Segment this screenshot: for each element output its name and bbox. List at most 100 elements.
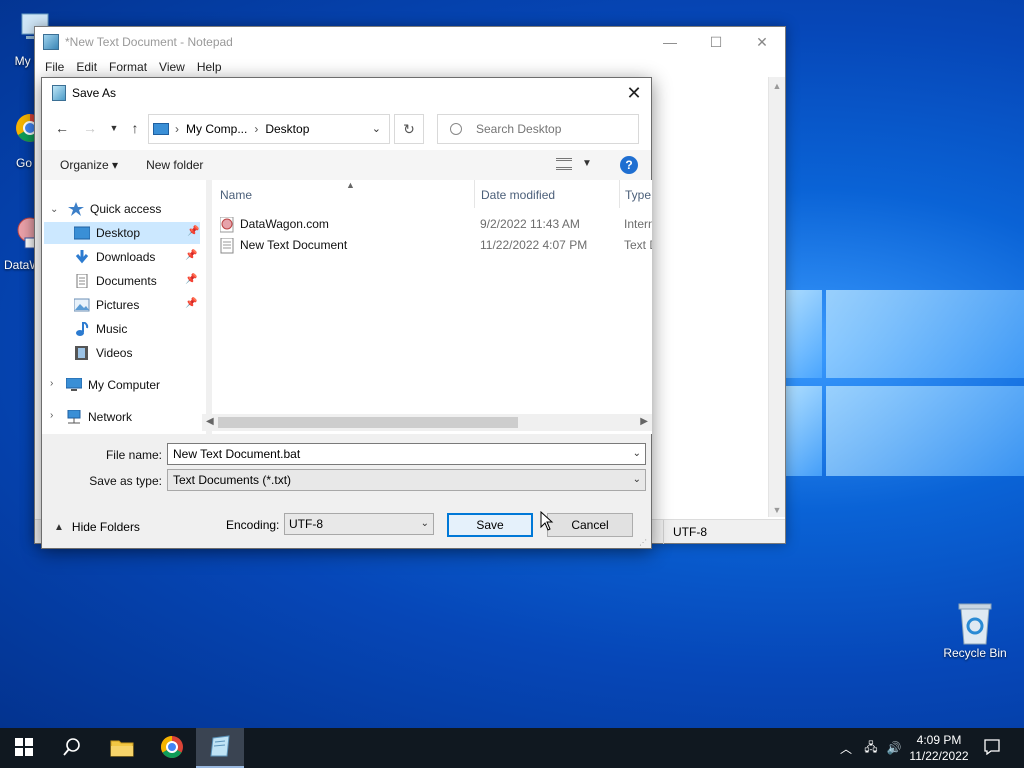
breadcrumb-my-computer[interactable]: My Comp... — [186, 122, 247, 136]
close-icon: ✕ — [626, 82, 642, 103]
nav-item-music[interactable]: Music — [74, 318, 200, 340]
nav-item-pictures[interactable]: Pictures 📌 — [73, 294, 200, 316]
close-button[interactable]: ✕ — [739, 27, 785, 57]
scroll-right-icon[interactable]: ▶ — [640, 416, 648, 427]
file-list-horizontal-scrollbar[interactable]: ◀ ▶ — [202, 414, 652, 431]
column-header-date-modified[interactable]: Date modified — [481, 184, 619, 206]
search-icon — [450, 123, 462, 135]
dialog-toolbar: Organize ▾ New folder ▼ ? — [42, 150, 651, 180]
hide-folders-button[interactable]: ▲ Hide Folders — [54, 520, 140, 534]
network-tray-button[interactable]: 🖧 — [860, 728, 882, 768]
taskbar-clock[interactable]: 4:09 PM 11/22/2022 — [904, 732, 974, 764]
address-bar[interactable]: › My Comp... › Desktop ⌄ — [148, 114, 390, 144]
breadcrumb-desktop[interactable]: Desktop — [265, 122, 309, 136]
save-as-type-select[interactable]: Text Documents (*.txt) ⌄ — [167, 469, 646, 491]
nav-network[interactable]: Network — [66, 406, 202, 428]
file-row[interactable]: New Text Document 11/22/2022 4:07 PM Tex… — [212, 235, 652, 256]
nav-item-downloads[interactable]: Downloads 📌 — [74, 246, 200, 268]
internet-shortcut-icon — [219, 216, 234, 233]
file-type: Text D — [624, 238, 652, 252]
nav-item-desktop[interactable]: Desktop 📌 — [44, 222, 200, 244]
notification-icon — [984, 738, 1000, 758]
search-icon — [63, 737, 81, 759]
resize-grip-icon[interactable]: ⋰ — [639, 538, 649, 548]
windows-logo-wallpaper — [786, 290, 1024, 480]
dialog-title: Save As — [72, 86, 117, 100]
desktop-icon-recycle-bin[interactable]: Recycle Bin — [935, 602, 1015, 660]
show-hidden-icons-button[interactable]: ︿ — [836, 728, 856, 768]
view-options-icon[interactable] — [556, 158, 572, 170]
scrollbar-thumb[interactable] — [218, 417, 518, 428]
navigation-bar: ← → ▼ ↑ › My Comp... › Desktop ⌄ ↻ — [42, 108, 651, 150]
nav-item-documents[interactable]: Documents 📌 — [74, 270, 200, 292]
computer-icon — [65, 377, 83, 392]
cancel-button[interactable]: Cancel — [547, 513, 633, 537]
file-name-input[interactable]: New Text Document.bat ⌄ — [167, 443, 646, 465]
chevron-up-icon: ▲ — [54, 521, 64, 533]
column-header-name[interactable]: ▲ Name — [220, 180, 474, 206]
volume-tray-button[interactable]: 🔊 — [884, 728, 904, 768]
menu-file[interactable]: File — [39, 60, 70, 74]
search-box[interactable] — [437, 114, 639, 144]
organize-button[interactable]: Organize ▾ — [52, 158, 126, 172]
column-header-type[interactable]: Type — [625, 184, 652, 206]
clock-date: 11/22/2022 — [909, 749, 969, 763]
minimize-button[interactable]: — — [647, 27, 693, 57]
recent-locations-button[interactable]: ▼ — [104, 118, 124, 138]
chevron-down-icon[interactable]: ⌄ — [50, 204, 58, 215]
arrow-right-icon: → — [83, 120, 97, 136]
chevron-right-icon[interactable]: › — [50, 378, 53, 389]
taskbar-file-explorer[interactable] — [98, 728, 146, 768]
nav-my-computer[interactable]: My Computer — [65, 374, 202, 396]
up-button[interactable]: ↑ — [125, 118, 145, 138]
video-icon — [74, 346, 90, 360]
chevron-down-icon[interactable]: ⌄ — [372, 122, 381, 135]
notepad-vertical-scrollbar[interactable]: ▲ ▼ — [768, 77, 785, 517]
help-icon[interactable]: ? — [620, 156, 638, 174]
chevron-down-icon: ▼ — [109, 123, 119, 133]
search-button[interactable] — [48, 728, 96, 768]
chrome-icon — [160, 735, 184, 762]
menu-format[interactable]: Format — [103, 60, 153, 74]
chevron-down-icon[interactable]: ⌄ — [633, 448, 641, 459]
dialog-close-button[interactable]: ✕ — [617, 78, 651, 108]
menu-help[interactable]: Help — [191, 60, 228, 74]
network-icon — [66, 409, 82, 424]
chevron-up-icon: ︿ — [839, 741, 852, 756]
save-as-dialog: Save As ✕ ← → ▼ ↑ › My Comp... › Desktop… — [41, 77, 652, 549]
encoding-select[interactable]: UTF-8 ⌄ — [284, 513, 434, 535]
file-list: ▲ Name Date modified Type DataWagon.com … — [212, 180, 652, 434]
arrow-up-icon: ↑ — [131, 120, 139, 136]
scroll-left-icon[interactable]: ◀ — [206, 416, 214, 427]
sort-up-icon: ▲ — [346, 180, 355, 190]
windows-start-icon — [15, 737, 33, 759]
nav-quick-access[interactable]: Quick access — [68, 198, 202, 220]
chevron-right-icon[interactable]: › — [50, 410, 53, 421]
document-icon — [74, 273, 90, 289]
taskbar-notepad[interactable] — [196, 728, 244, 768]
new-folder-button[interactable]: New folder — [138, 158, 211, 172]
save-button[interactable]: Save — [447, 513, 533, 537]
file-row[interactable]: DataWagon.com 9/2/2022 11:43 AM Intern — [212, 214, 652, 235]
chevron-down-icon[interactable]: ▼ — [582, 158, 592, 169]
action-center-button[interactable] — [980, 728, 1004, 768]
forward-button[interactable]: → — [80, 118, 100, 138]
taskbar-chrome[interactable] — [148, 728, 196, 768]
file-date: 9/2/2022 11:43 AM — [480, 217, 580, 231]
nav-item-videos[interactable]: Videos — [74, 342, 200, 364]
close-icon: ✕ — [756, 33, 768, 50]
back-button[interactable]: ← — [52, 118, 72, 138]
start-button[interactable] — [0, 728, 48, 768]
clock-time: 4:09 PM — [916, 733, 962, 747]
file-type: Intern — [624, 217, 652, 231]
pin-icon: 📌 — [185, 298, 198, 309]
menu-edit[interactable]: Edit — [70, 60, 103, 74]
maximize-button[interactable]: ☐ — [693, 27, 739, 57]
file-name: New Text Document — [240, 238, 348, 252]
desktop-folder-icon — [73, 226, 91, 240]
refresh-button[interactable]: ↻ — [394, 114, 424, 144]
menu-view[interactable]: View — [153, 60, 191, 74]
search-input[interactable] — [476, 122, 626, 136]
dialog-titlebar[interactable]: Save As — [42, 78, 651, 108]
dialog-footer: ▲ Hide Folders Encoding: UTF-8 ⌄ Save Ca… — [42, 494, 651, 550]
